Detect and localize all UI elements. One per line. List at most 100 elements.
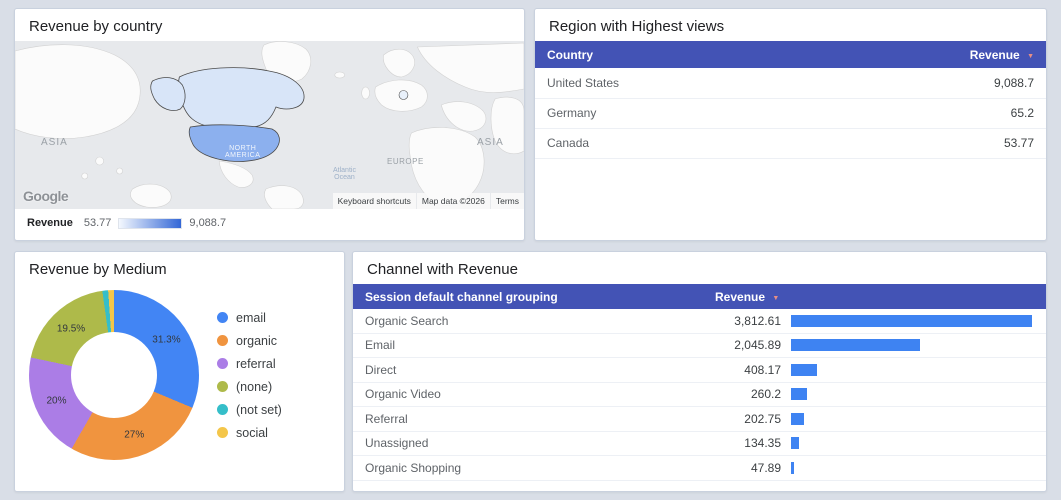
map-color-legend: Revenue 53.77 9,088.7 xyxy=(15,209,524,229)
panel-title: Revenue by country xyxy=(29,18,163,35)
legend-label: (not set) xyxy=(236,402,282,417)
channel-column-header[interactable]: Session default channel grouping xyxy=(353,290,701,304)
table-row: Direct 408.17 xyxy=(353,358,1046,383)
google-maps-logo[interactable]: Google xyxy=(23,188,69,204)
country-column-header[interactable]: Country xyxy=(535,41,801,68)
table-row: United States 9,088.7 xyxy=(535,68,1046,99)
bar-track xyxy=(791,437,1032,450)
revenue-cell: 53.77 xyxy=(801,128,1046,159)
world-map-graphic xyxy=(15,41,524,209)
revenue-cell: 9,088.7 xyxy=(801,68,1046,99)
bar-track xyxy=(791,363,1032,376)
bar-track xyxy=(791,388,1032,401)
panel-channel-with-revenue: Channel with Revenue Session default cha… xyxy=(352,251,1047,492)
revenue-bar xyxy=(791,314,1032,327)
panel-revenue-by-country: Revenue by country ASIA ASIA EUROPE NORT… xyxy=(14,8,525,241)
table-row: Organic Search 3,812.61 xyxy=(353,309,1046,334)
table-header-row: Session default channel grouping Revenue… xyxy=(353,284,1046,309)
revenue-bar xyxy=(791,363,817,376)
revenue-bar xyxy=(791,412,804,425)
table-row: Email 2,045.89 xyxy=(353,334,1046,358)
channel-table-body: Organic Search 3,812.61 Email 2,045.89 Direc… xyxy=(353,309,1046,481)
country-cell: Canada xyxy=(535,128,802,159)
legend-label: organic xyxy=(236,333,277,348)
legend-item[interactable]: organic xyxy=(217,334,282,348)
legend-color-dot xyxy=(217,427,228,438)
legend-color-dot xyxy=(217,404,228,415)
donut-slice-label: 20% xyxy=(46,395,67,407)
dashboard: Revenue by country ASIA ASIA EUROPE NORT… xyxy=(0,0,1061,500)
table-row: Canada 53.77 xyxy=(535,128,1046,159)
sort-desc-icon: ▼ xyxy=(1027,52,1034,60)
table-row: Germany 65.2 xyxy=(535,98,1046,129)
donut-chart-area: 31.3% 27% 20% 19.5% email organic referral (no… xyxy=(15,284,344,460)
revenue-cell: 2,045.89 xyxy=(734,338,781,353)
donut-legend: email organic referral (none) (not set) socia… xyxy=(217,311,282,440)
channel-cell: Organic Shopping xyxy=(365,460,462,475)
revenue-bar xyxy=(791,388,808,401)
legend-item[interactable]: social xyxy=(217,426,282,440)
legend-color-dot xyxy=(217,335,228,346)
revenue-bar xyxy=(791,339,921,352)
keyboard-shortcuts-link[interactable]: Keyboard shortcuts xyxy=(332,193,416,209)
legend-color-dot xyxy=(217,312,228,323)
legend-label: (none) xyxy=(236,379,273,394)
panel-title: Revenue by Medium xyxy=(29,261,167,278)
revenue-cell: 202.75 xyxy=(744,411,781,426)
revenue-header-label: Revenue xyxy=(715,289,766,304)
donut-slice-label: 19.5% xyxy=(56,323,86,335)
map-data-attribution: Map data ©2026 xyxy=(416,193,490,209)
table-row: Unassigned 134.35 xyxy=(353,432,1046,456)
channel-cell: Organic Search xyxy=(365,313,449,328)
legend-label: email xyxy=(236,310,266,325)
legend-item[interactable]: (not set) xyxy=(217,403,282,417)
geo-map[interactable]: ASIA ASIA EUROPE NORTH AMERICA Atlantic … xyxy=(15,41,524,209)
revenue-bar xyxy=(791,461,795,474)
legend-gradient-bar xyxy=(118,217,183,229)
legend-max-value: 9,088.7 xyxy=(189,217,227,229)
channel-cell: Direct xyxy=(365,362,397,377)
revenue-column-header[interactable]: Revenue ▼ xyxy=(801,41,1046,68)
revenue-cell: 65.2 xyxy=(801,98,1046,129)
sort-desc-icon: ▼ xyxy=(772,294,780,302)
legend-item[interactable]: email xyxy=(217,311,282,325)
terms-link[interactable]: Terms xyxy=(490,193,524,209)
legend-label: referral xyxy=(236,356,276,371)
channel-cell: Organic Video xyxy=(365,387,441,402)
revenue-cell: 3,812.61 xyxy=(734,313,781,328)
channel-cell: Unassigned xyxy=(365,436,429,451)
revenue-cell: 260.2 xyxy=(750,387,781,402)
table-row: Referral 202.75 xyxy=(353,407,1046,432)
bar-track xyxy=(791,314,1032,327)
legend-metric-label: Revenue xyxy=(27,217,73,229)
revenue-cell: 134.35 xyxy=(744,436,781,451)
bar-track xyxy=(791,461,1032,474)
channel-header-label: Session default channel grouping xyxy=(365,289,558,304)
channel-cell: Email xyxy=(365,338,396,353)
region-table: Country Revenue ▼ United States 9,088.7 Ge… xyxy=(535,41,1046,159)
donut-chart[interactable]: 31.3% 27% 20% 19.5% xyxy=(29,290,199,460)
channel-cell: Referral xyxy=(365,411,408,426)
legend-color-dot xyxy=(217,358,228,369)
table-row: Organic Shopping 47.89 xyxy=(353,456,1046,481)
revenue-cell: 408.17 xyxy=(744,362,781,377)
bar-track xyxy=(791,339,1032,352)
bar-track xyxy=(791,412,1032,425)
country-header-label: Country xyxy=(547,47,593,62)
legend-item[interactable]: (none) xyxy=(217,380,282,394)
table-row: Organic Video 260.2 xyxy=(353,383,1046,407)
country-cell: Germany xyxy=(535,98,802,129)
donut-slice-label: 31.3% xyxy=(152,334,181,346)
legend-color-dot xyxy=(217,381,228,392)
panel-title: Channel with Revenue xyxy=(367,261,518,278)
panel-title: Region with Highest views xyxy=(549,18,725,35)
revenue-bar xyxy=(791,437,800,450)
legend-min-value: 53.77 xyxy=(83,217,112,229)
legend-item[interactable]: referral xyxy=(217,357,282,371)
revenue-column-header[interactable]: Revenue ▼ xyxy=(701,290,1046,304)
table-header-row: Country Revenue ▼ xyxy=(535,41,1046,68)
panel-revenue-by-medium: Revenue by Medium 31.3% 27% 20% 19.5% email… xyxy=(14,251,345,492)
revenue-cell: 47.89 xyxy=(750,460,781,475)
panel-region-highest-views: Region with Highest views Country Revenu… xyxy=(534,8,1047,241)
revenue-header-label: Revenue xyxy=(969,47,1020,62)
